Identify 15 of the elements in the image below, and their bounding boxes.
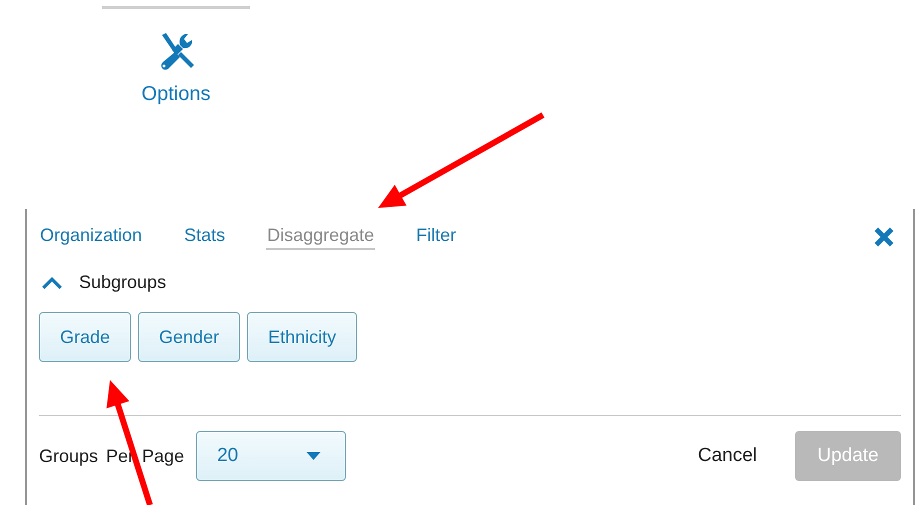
tab[interactable]: Filter [415, 223, 458, 250]
tab[interactable]: Stats [183, 223, 226, 250]
options-toolbar-tab[interactable]: Options [102, 6, 250, 106]
tab[interactable]: Disaggregate [266, 223, 376, 250]
cancel-button[interactable]: Cancel [692, 444, 763, 468]
chevron-up-icon[interactable] [41, 276, 63, 289]
subgroup-button[interactable]: Grade [39, 312, 132, 362]
section-title: Subgroups [79, 272, 166, 293]
groups-per-page-label: Groups Per Page [39, 446, 184, 466]
tab[interactable]: Organization [39, 223, 144, 250]
groups-per-page-select[interactable]: 20 [196, 431, 346, 481]
caret-icon [306, 452, 322, 460]
subgroup-button[interactable]: Gender [138, 312, 240, 362]
close-icon[interactable] [873, 226, 895, 248]
subgroup-button[interactable]: Ethnicity [247, 312, 358, 362]
